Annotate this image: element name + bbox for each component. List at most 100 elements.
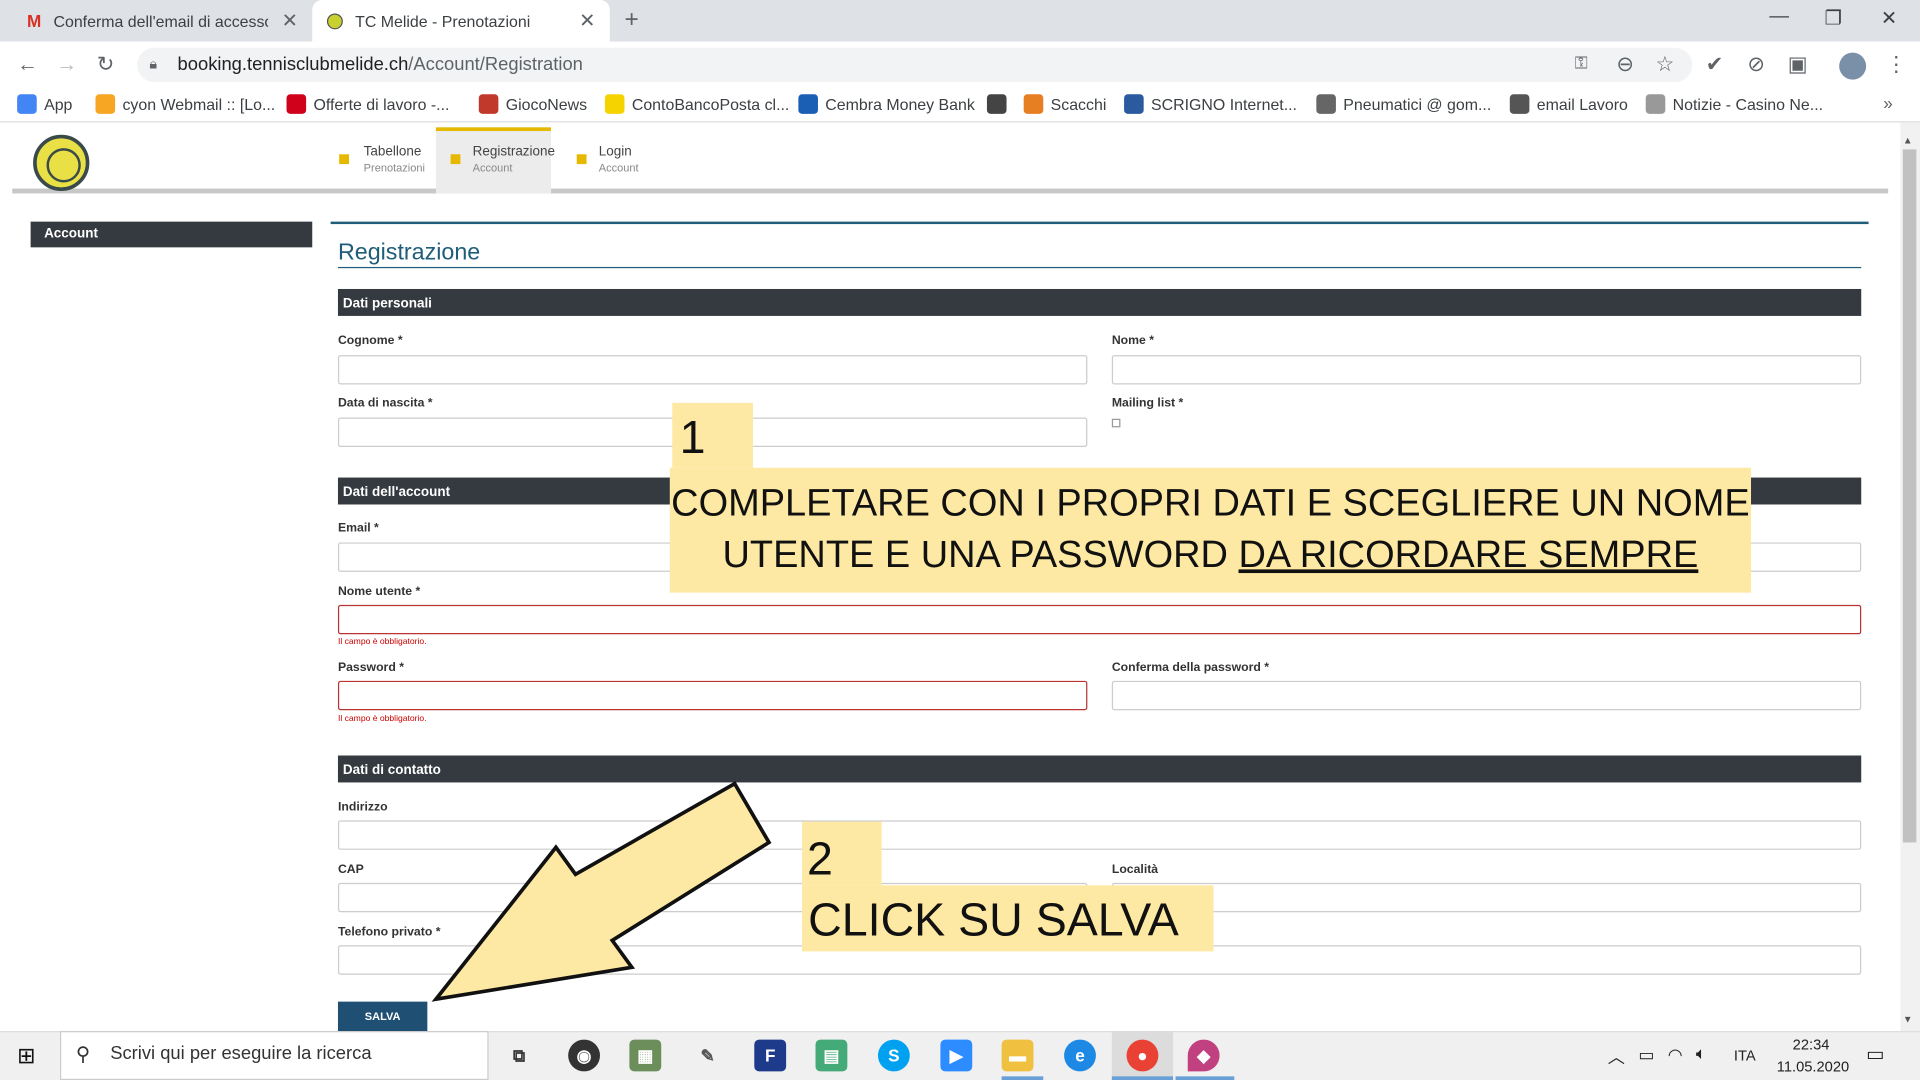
bookmark-item[interactable]: ContoBancoPosta cl... [604, 94, 789, 114]
confirm-password-label: Conferma della password * [1111, 661, 1270, 675]
username-error: Il campo è obbligatorio. [337, 637, 427, 647]
app-droplet-icon[interactable]: ◆ [1187, 1039, 1220, 1072]
bookmark-item[interactable]: SCRIGNO Internet... [1124, 94, 1297, 114]
tc-melide-logo[interactable] [33, 134, 90, 192]
chrome-icon[interactable]: ● [1126, 1039, 1159, 1072]
windows-start-icon[interactable]: ⊞ [17, 1043, 35, 1069]
instruction-line: UTENTE E UNA PASSWORD DA RICORDARE SEMPR… [722, 532, 1699, 576]
obs-icon[interactable]: ◉ [568, 1039, 600, 1072]
username-input[interactable] [337, 604, 1862, 635]
extension-icon[interactable]: ✔ [1706, 53, 1723, 77]
url-text[interactable]: booking.tennisclubmelide.ch/Account/Regi… [178, 54, 583, 75]
birthdate-label: Data di nascita * [337, 396, 433, 411]
mailing-checkbox[interactable] [1111, 418, 1121, 428]
scroll-up-icon[interactable]: ▲ [1903, 135, 1913, 146]
menu-icon[interactable]: ⋮ [1886, 53, 1907, 77]
bookmark-favicon-icon [1023, 94, 1044, 114]
nav-tabellone[interactable]: Tabellone Prenotazioni [339, 127, 425, 193]
nome-input[interactable] [1111, 355, 1862, 385]
clock-date[interactable]: 11.05.2020 [1777, 1058, 1849, 1075]
bookmark-label: GiocoNews [505, 94, 588, 114]
close-tab-icon[interactable]: ✕ [282, 9, 298, 33]
forward-icon[interactable]: → [56, 53, 77, 77]
step-1-number: 1 [672, 402, 754, 468]
bookmark-favicon-icon [1509, 94, 1530, 114]
tennis-ball-icon [326, 12, 343, 29]
bookmarks-more[interactable]: » [1883, 93, 1893, 113]
calculator-icon[interactable]: ▤ [815, 1039, 848, 1072]
bookmark-favicon-icon [95, 94, 116, 114]
bookmark-item[interactable]: GiocoNews [478, 94, 588, 114]
battery-icon[interactable]: ▭ [1638, 1044, 1654, 1065]
email-label: Email * [337, 521, 379, 536]
task-view-icon[interactable]: ⧉ [503, 1040, 535, 1072]
bookmark-item[interactable]: email Lavoro [1509, 94, 1628, 114]
volume-icon[interactable]: 🔈︎ [1696, 1043, 1706, 1064]
bookmark-item[interactable]: Offerte di lavoro -... [286, 94, 450, 114]
bookmark-item[interactable]: Notizie - Casino Ne... [1645, 94, 1824, 114]
close-tab-icon[interactable]: ✕ [579, 9, 595, 33]
flipboard-icon[interactable]: F [754, 1039, 787, 1072]
password-input[interactable] [337, 680, 1088, 711]
nav-subtitle: Account [598, 161, 639, 174]
wifi-icon[interactable]: ◠ [1668, 1044, 1683, 1065]
clock-time[interactable]: 22:34 [1793, 1036, 1830, 1053]
photos-icon[interactable]: ▦ [629, 1039, 662, 1072]
site-header [12, 127, 1889, 194]
profile-avatar[interactable] [1839, 52, 1867, 80]
bookmark-favicon-icon [798, 94, 818, 114]
zoom-icon[interactable]: ⊖ [1616, 53, 1633, 77]
bookmark-label: cyon Webmail :: [Lo... [122, 94, 276, 114]
running-indicator [1111, 1076, 1174, 1080]
bookmark-favicon-icon [986, 94, 1007, 114]
tab-title: TC Melide - Prenotazioni [355, 11, 531, 31]
active-nav-indicator [435, 127, 552, 132]
bookmark-item[interactable]: Cembra Money Bank [798, 94, 975, 114]
bookmark-label: email Lavoro [1536, 94, 1628, 114]
save-button[interactable]: SALVA [337, 1001, 428, 1032]
running-indicator [1175, 1076, 1235, 1080]
minimize-icon[interactable]: — [1769, 6, 1789, 28]
nav-registrazione[interactable]: Registrazione Account [435, 127, 555, 194]
cognome-input[interactable] [337, 355, 1088, 385]
scrollbar-thumb[interactable] [1902, 149, 1917, 843]
cap-label: CAP [337, 863, 364, 877]
language-indicator[interactable]: ITA [1734, 1047, 1756, 1064]
notifications-icon[interactable]: ▭ [1866, 1042, 1885, 1066]
bookmark-item[interactable]: Pneumatici @ gom... [1316, 94, 1491, 114]
bookmark-item[interactable] [986, 94, 1007, 114]
tab-tc-melide[interactable]: TC Melide - Prenotazioni [312, 0, 610, 42]
nav-login[interactable]: Login Account [576, 127, 650, 193]
bookmark-item[interactable]: App [17, 94, 72, 114]
bookmark-favicon-icon [1124, 94, 1144, 114]
extension-icon[interactable]: ⊘ [1747, 53, 1764, 77]
bookmark-star-icon[interactable]: ☆ [1656, 53, 1675, 77]
restore-icon[interactable]: ❐ [1824, 6, 1842, 30]
close-window-icon[interactable]: ✕ [1881, 6, 1897, 30]
scroll-down-icon[interactable]: ▼ [1903, 1014, 1913, 1025]
skype-icon[interactable]: S [877, 1039, 910, 1072]
step-1-instruction: COMPLETARE CON I PROPRI DATI E SCEGLIERE… [669, 467, 1752, 593]
new-tab-icon[interactable]: + [624, 6, 638, 34]
edge-icon[interactable]: e [1064, 1039, 1096, 1072]
nome-label: Nome * [1111, 334, 1155, 348]
localita-input[interactable] [1111, 882, 1862, 913]
tray-chevron-icon[interactable]: ︿ [1608, 1044, 1625, 1068]
reload-icon[interactable]: ↻ [97, 53, 114, 77]
key-icon[interactable]: ⚿ [1575, 53, 1588, 74]
nav-title: Registrazione [472, 144, 556, 160]
bookmark-item[interactable]: Scacchi [1023, 94, 1106, 114]
bookmark-label: Notizie - Casino Ne... [1672, 94, 1824, 114]
bookmark-item[interactable]: cyon Webmail :: [Lo... [95, 94, 276, 114]
back-icon[interactable]: ← [17, 53, 38, 77]
extension-icon[interactable]: ▣ [1788, 53, 1808, 77]
bookmark-label: Offerte di lavoro -... [313, 94, 450, 114]
zoom-app-icon[interactable]: ▶ [940, 1039, 973, 1072]
file-explorer-icon[interactable]: ▬ [1001, 1039, 1034, 1072]
confirm-password-input[interactable] [1111, 680, 1862, 711]
tab-gmail[interactable]: M Conferma dell'email di accesso - [12, 0, 312, 42]
gimp-icon[interactable]: ✎ [692, 1040, 724, 1072]
sidebar-item-account[interactable]: Account [30, 221, 313, 248]
gmail-icon: M [26, 11, 42, 31]
lock-icon[interactable]: 🔒︎ [149, 55, 157, 73]
